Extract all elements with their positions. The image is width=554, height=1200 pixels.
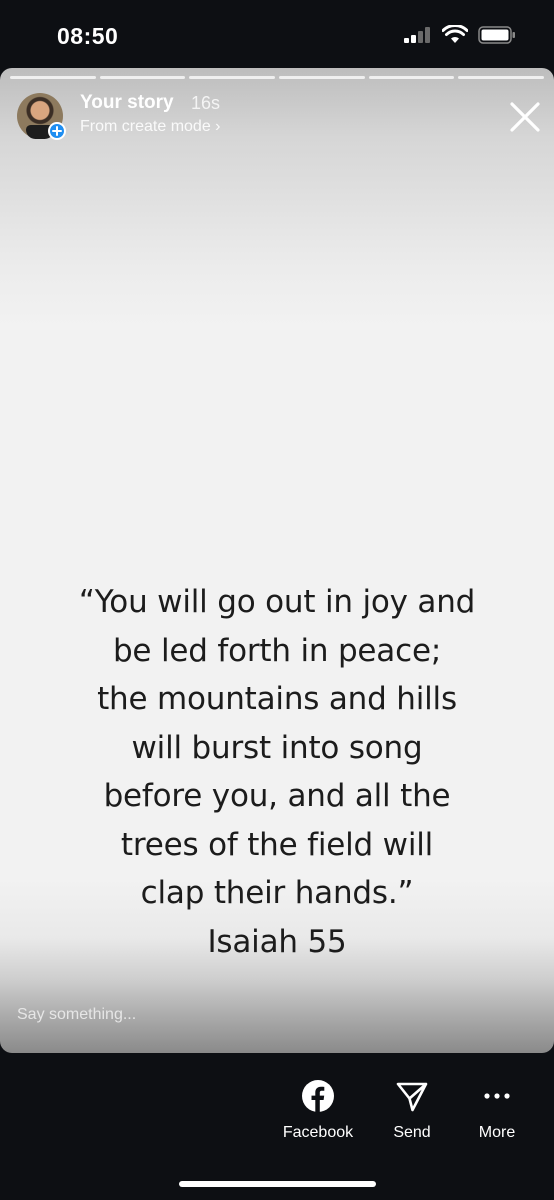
story-age: 16s	[191, 93, 221, 113]
more-icon	[484, 1093, 510, 1099]
status-time: 08:50	[57, 23, 119, 49]
story-viewer[interactable]: Your story 16s From create mode › “You w…	[0, 68, 554, 1053]
more-button[interactable]: More	[447, 1076, 547, 1142]
add-story-icon[interactable]	[48, 122, 66, 140]
more-label: More	[478, 1124, 516, 1141]
reply-input[interactable]: Say something...	[17, 1006, 136, 1024]
quote-attribution: Isaiah 55	[207, 923, 347, 960]
facebook-share-button[interactable]: Facebook	[268, 1076, 368, 1142]
wifi-icon	[442, 25, 468, 43]
home-indicator[interactable]	[179, 1181, 376, 1187]
progress-segment	[368, 76, 455, 79]
quote-line: clap their hands.”	[140, 875, 414, 911]
facebook-icon	[302, 1080, 334, 1112]
battery-icon	[478, 25, 515, 44]
facebook-label: Facebook	[282, 1124, 354, 1141]
quote-line: be led forth in peace;	[112, 632, 442, 669]
create-mode-link[interactable]: From create mode ›	[80, 118, 220, 136]
quote-line: before you, and all the	[103, 778, 451, 814]
send-label: Send	[393, 1124, 431, 1141]
send-icon	[396, 1082, 428, 1112]
progress-segment	[279, 76, 365, 79]
progress-segment	[458, 76, 545, 79]
status-icons	[404, 25, 516, 44]
share-actions: Facebook Send More	[0, 1076, 554, 1146]
quote-line: the mountains and hills	[97, 681, 457, 717]
progress-segment	[99, 76, 186, 79]
progress-segment	[189, 76, 276, 79]
close-button[interactable]	[506, 98, 544, 136]
quote-line: will burst into song	[131, 729, 423, 766]
close-icon	[510, 102, 540, 132]
story-quote: “You will go out in joy and be led forth…	[40, 578, 514, 966]
progress-segment	[10, 76, 96, 79]
story-owner[interactable]: Your story	[80, 92, 174, 114]
story-progress	[10, 76, 545, 79]
quote-line: “You will go out in joy and	[78, 584, 476, 620]
cellular-signal-icon	[404, 26, 430, 43]
quote-line: trees of the field will	[120, 826, 434, 863]
status-bar: 08:50	[0, 0, 554, 70]
